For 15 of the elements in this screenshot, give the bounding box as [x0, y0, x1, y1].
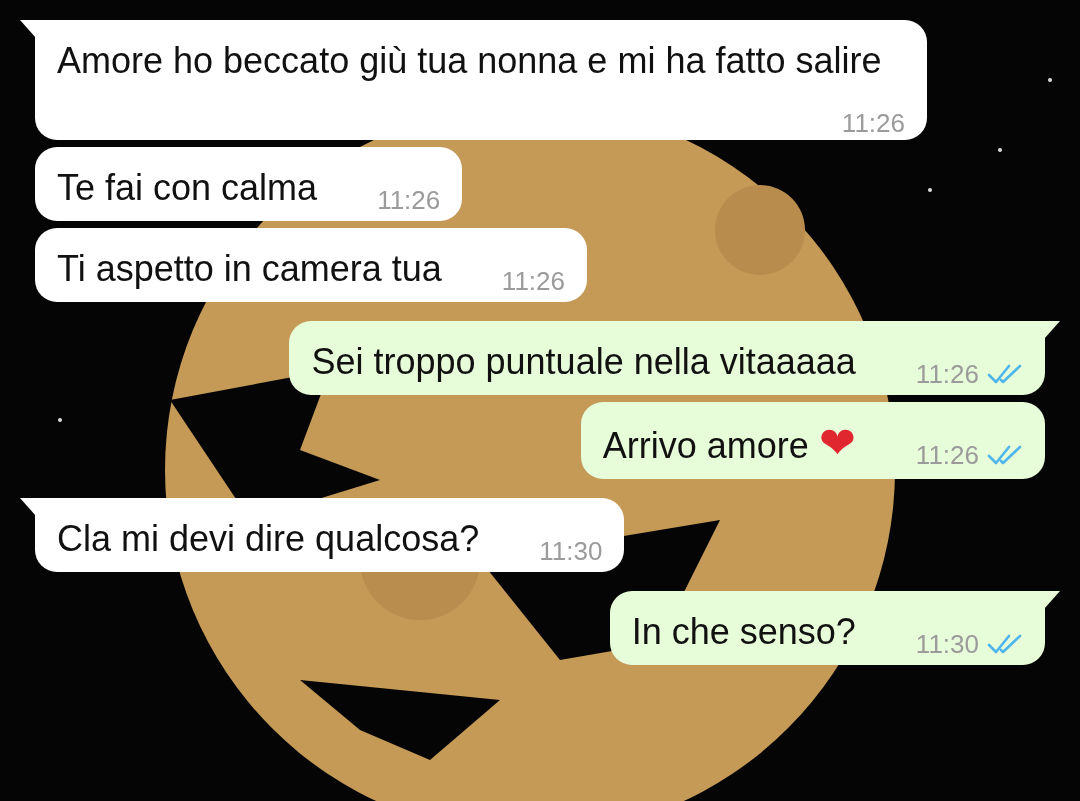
message-text: In che senso?	[631, 611, 856, 652]
message-text: Sei troppo puntuale nella vitaaaaa	[311, 341, 856, 382]
message-text: Cla mi devi dire qualcosa?	[57, 518, 480, 559]
message-text: Amore ho beccato giù tua nonna e mi ha fatto salire	[57, 40, 882, 81]
heart-emoji: ❤	[818, 418, 856, 467]
message-time: 11:26	[915, 359, 979, 389]
message-time: 11:30	[915, 629, 979, 659]
message-time: 11:26	[841, 108, 905, 138]
message-time: 11:26	[377, 185, 441, 215]
message-time: 11:26	[501, 266, 565, 296]
message-text: Te fai con calma	[57, 167, 318, 208]
message-text: Arrivo amore	[602, 425, 809, 466]
message-text: Ti aspetto in camera tua	[57, 248, 442, 289]
message-time: 11:26	[915, 440, 979, 470]
message-time: 11:30	[539, 536, 603, 566]
